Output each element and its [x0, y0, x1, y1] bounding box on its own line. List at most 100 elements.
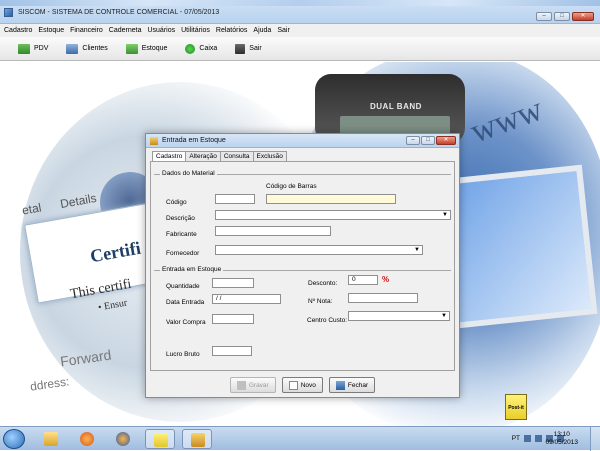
gravar-button[interactable]: Gravar [229, 377, 276, 393]
clientes-button[interactable]: Clientes [66, 43, 108, 54]
post-it-desktop-icon[interactable]: Post-it [505, 394, 527, 420]
descricao-select[interactable]: ▼ [215, 210, 451, 220]
close-button[interactable]: ✕ [572, 12, 594, 21]
desconto-input[interactable]: 0 [348, 275, 378, 285]
desconto-label: Desconto: [308, 280, 338, 287]
menu-usuarios[interactable]: Usuários [147, 27, 175, 34]
dialog-title-bar: Entrada em Estoque – □ ✕ [146, 134, 459, 148]
sair-button[interactable]: Sair [235, 43, 262, 54]
estoque-button[interactable]: Estoque [125, 43, 168, 54]
tab-consulta[interactable]: Consulta [219, 151, 254, 161]
codigo-input[interactable] [215, 194, 255, 204]
menu-utilitarios[interactable]: Utilitários [181, 27, 210, 34]
pdv-button[interactable]: PDV [18, 43, 49, 54]
chevron-down-icon: ▼ [441, 313, 447, 319]
caixa-button[interactable]: Caixa [185, 43, 218, 54]
quantidade-input[interactable] [212, 278, 254, 288]
caixa-icon [185, 43, 196, 54]
fornecedor-select[interactable]: ▼ [215, 245, 423, 255]
new-document-icon [288, 380, 298, 390]
menu-financeiro[interactable]: Financeiro [70, 27, 103, 34]
clock-date: 09/05/2013 [545, 439, 578, 446]
dialog-app-icon [150, 137, 158, 145]
phone-brand-text: DUAL BAND [370, 102, 422, 111]
menu-bar: Cadastro Estoque Financeiro Caderneta Us… [0, 24, 600, 37]
dialog-button-row: Gravar Novo Fechar [150, 374, 455, 396]
network-icon[interactable] [535, 435, 542, 442]
clientes-label: Clientes [82, 45, 108, 52]
tab-exclusao[interactable]: Exclusão [252, 151, 287, 161]
menu-caderneta[interactable]: Caderneta [109, 27, 142, 34]
dialog-minimize-button[interactable]: – [406, 136, 420, 145]
fabricante-label: Fabricante [166, 231, 197, 238]
chevron-down-icon: ▼ [442, 212, 448, 218]
menu-sair[interactable]: Sair [277, 27, 289, 34]
cadastro-panel: Dados do Material Código Código de Barra… [150, 161, 455, 371]
title-bar-strip [0, 0, 600, 6]
clientes-icon [66, 43, 79, 54]
sair-label: Sair [249, 45, 262, 52]
save-icon [236, 380, 246, 390]
toolbar: PDV Clientes Estoque Caixa Sair [0, 37, 600, 61]
estoque-icon [125, 43, 138, 54]
pdv-label: PDV [34, 45, 49, 52]
show-desktop-button[interactable] [590, 427, 600, 451]
taskbar-media-player[interactable] [72, 429, 102, 449]
descricao-label: Descrição [166, 215, 195, 222]
entrada-estoque-legend: Entrada em Estoque [160, 266, 224, 273]
dialog-tabs: Cadastro Alteração Consulta Exclusão [152, 151, 287, 161]
dialog-close-button[interactable]: ✕ [436, 136, 456, 145]
window-title: SISCOM - SISTEMA DE CONTROLE COMERCIAL -… [18, 9, 220, 16]
centro-custo-select[interactable]: ▼ [348, 311, 450, 321]
main-title-bar: SISCOM - SISTEMA DE CONTROLE COMERCIAL -… [0, 0, 600, 24]
tray-arrow-icon[interactable] [524, 435, 531, 442]
dialog-maximize-button[interactable]: □ [421, 136, 435, 145]
tab-alteracao[interactable]: Alteração [185, 151, 221, 161]
data-entrada-input[interactable]: / / [212, 294, 281, 304]
close-door-icon [335, 380, 345, 390]
firefox-icon [116, 432, 130, 446]
valor-compra-input[interactable] [212, 314, 254, 324]
nota-label: Nº Nota: [308, 298, 333, 305]
taskbar-firefox[interactable] [108, 429, 138, 449]
codigo-barras-input[interactable] [266, 194, 396, 204]
menu-ajuda[interactable]: Ajuda [253, 27, 271, 34]
taskbar-siscom[interactable] [182, 429, 212, 449]
window-controls: – □ ✕ [536, 12, 594, 21]
maximize-button[interactable]: □ [554, 12, 570, 21]
menu-relatorios[interactable]: Relatórios [216, 27, 248, 34]
lucro-bruto-label: Lucro Bruto [166, 351, 200, 358]
post-it-icon [154, 433, 168, 447]
desconto-required-marker: % [382, 275, 390, 284]
start-button[interactable] [3, 429, 25, 449]
taskbar-explorer[interactable] [36, 429, 66, 449]
chevron-down-icon: ▼ [414, 247, 420, 253]
quantidade-label: Quantidade [166, 283, 200, 290]
taskbar-post-it[interactable] [145, 429, 175, 449]
background-address-text: ddress: [29, 374, 71, 394]
novo-button[interactable]: Novo [281, 377, 323, 393]
media-player-icon [80, 432, 94, 446]
door-exit-icon [235, 43, 246, 54]
menu-estoque[interactable]: Estoque [38, 27, 64, 34]
fornecedor-label: Fornecedor [166, 250, 200, 257]
novo-label: Novo [300, 381, 316, 389]
lucro-bruto-input[interactable] [212, 346, 252, 356]
dialog-window-controls: – □ ✕ [406, 136, 456, 145]
dialog-title: Entrada em Estoque [162, 137, 226, 144]
tab-cadastro[interactable]: Cadastro [152, 151, 187, 161]
menu-cadastro[interactable]: Cadastro [4, 27, 32, 34]
language-indicator[interactable]: PT [512, 435, 520, 442]
caixa-label: Caixa [199, 45, 218, 52]
minimize-button[interactable]: – [536, 12, 552, 21]
valor-compra-label: Valor Compra [166, 319, 206, 326]
gravar-label: Gravar [248, 381, 269, 389]
estoque-label: Estoque [141, 45, 168, 52]
taskbar-clock[interactable]: 13:10 09/05/2013 [545, 431, 578, 447]
centro-custo-label: Centro Custo: [307, 317, 348, 324]
fabricante-input[interactable] [215, 226, 331, 236]
entrada-estoque-dialog: Entrada em Estoque – □ ✕ Cadastro Altera… [145, 133, 460, 398]
nota-input[interactable] [348, 293, 418, 303]
app-icon [4, 8, 13, 17]
fechar-button[interactable]: Fechar [328, 377, 376, 393]
